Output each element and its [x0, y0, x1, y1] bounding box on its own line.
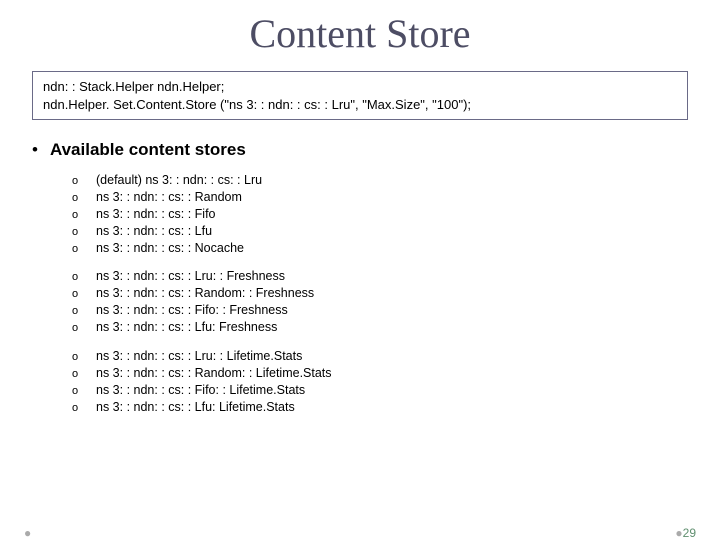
- list-item-label: ns 3: : ndn: : cs: : Lru: : Lifetime.Sta…: [96, 348, 302, 365]
- list-item: o ns 3: : ndn: : cs: : Random: : Lifetime…: [72, 365, 688, 382]
- footer-dot-icon: ●: [24, 526, 31, 540]
- list-item-label: ns 3: : ndn: : cs: : Lru: : Freshness: [96, 268, 285, 285]
- footer-dot-icon: ●: [675, 526, 682, 540]
- circle-icon: o: [72, 401, 82, 416]
- circle-icon: o: [72, 270, 82, 285]
- list-item: o ns 3: : ndn: : cs: : Lfu: Lifetime.Stat…: [72, 399, 688, 416]
- sublist-group: o ns 3: : ndn: : cs: : Lru: : Lifetime.St…: [72, 348, 688, 416]
- circle-icon: o: [72, 321, 82, 336]
- list-item: o ns 3: : ndn: : cs: : Random: [72, 189, 688, 206]
- circle-icon: o: [72, 304, 82, 319]
- list-item-label: ns 3: : ndn: : cs: : Lfu: Freshness: [96, 319, 277, 336]
- list-item-label: ns 3: : ndn: : cs: : Fifo: : Lifetime.St…: [96, 382, 305, 399]
- list-item-label: (default) ns 3: : ndn: : cs: : Lru: [96, 172, 262, 189]
- list-item-label: ns 3: : ndn: : cs: : Nocache: [96, 240, 244, 257]
- list-item: o ns 3: : ndn: : cs: : Lru: : Freshness: [72, 268, 688, 285]
- slide-title: Content Store: [0, 10, 720, 57]
- list-item: o ns 3: : ndn: : cs: : Fifo: : Lifetime.S…: [72, 382, 688, 399]
- circle-icon: o: [72, 208, 82, 223]
- circle-icon: o: [72, 191, 82, 206]
- list-item-label: ns 3: : ndn: : cs: : Random: : Lifetime.…: [96, 365, 332, 382]
- list-item: o ns 3: : ndn: : cs: : Lru: : Lifetime.St…: [72, 348, 688, 365]
- list-item: o ns 3: : ndn: : cs: : Lfu: [72, 223, 688, 240]
- circle-icon: o: [72, 367, 82, 382]
- list-item: o ns 3: : ndn: : cs: : Fifo: [72, 206, 688, 223]
- content-section: • Available content stores o (default) ns…: [32, 140, 688, 415]
- sublist-group: o ns 3: : ndn: : cs: : Lru: : Freshness o…: [72, 268, 688, 336]
- footer-right: ●29: [675, 526, 696, 540]
- page-number: 29: [683, 526, 696, 540]
- circle-icon: o: [72, 225, 82, 240]
- bullet-icon: •: [32, 141, 38, 158]
- slide-footer: ● ●29: [0, 526, 720, 540]
- list-item: o ns 3: : ndn: : cs: : Nocache: [72, 240, 688, 257]
- sublist-group: o (default) ns 3: : ndn: : cs: : Lru o ns …: [72, 172, 688, 256]
- list-item: o (default) ns 3: : ndn: : cs: : Lru: [72, 172, 688, 189]
- list-item: o ns 3: : ndn: : cs: : Fifo: : Freshness: [72, 302, 688, 319]
- list-item-label: ns 3: : ndn: : cs: : Fifo: : Freshness: [96, 302, 288, 319]
- list-item-label: ns 3: : ndn: : cs: : Fifo: [96, 206, 216, 223]
- list-item-label: ns 3: : ndn: : cs: : Lfu: Lifetime.Stats: [96, 399, 295, 416]
- list-item-label: ns 3: : ndn: : cs: : Random: [96, 189, 242, 206]
- list-item: o ns 3: : ndn: : cs: : Random: : Freshnes…: [72, 285, 688, 302]
- code-line: ndn.Helper. Set.Content.Store ("ns 3: : …: [43, 96, 677, 114]
- list-item-label: ns 3: : ndn: : cs: : Random: : Freshness: [96, 285, 314, 302]
- sublist-container: o (default) ns 3: : ndn: : cs: : Lru o ns …: [72, 172, 688, 415]
- circle-icon: o: [72, 242, 82, 257]
- circle-icon: o: [72, 174, 82, 189]
- section-heading: Available content stores: [50, 140, 246, 160]
- circle-icon: o: [72, 384, 82, 399]
- code-sample-box: ndn: : Stack.Helper ndn.Helper; ndn.Help…: [32, 71, 688, 120]
- circle-icon: o: [72, 350, 82, 365]
- list-item-label: ns 3: : ndn: : cs: : Lfu: [96, 223, 212, 240]
- list-item: o ns 3: : ndn: : cs: : Lfu: Freshness: [72, 319, 688, 336]
- circle-icon: o: [72, 287, 82, 302]
- code-line: ndn: : Stack.Helper ndn.Helper;: [43, 78, 677, 96]
